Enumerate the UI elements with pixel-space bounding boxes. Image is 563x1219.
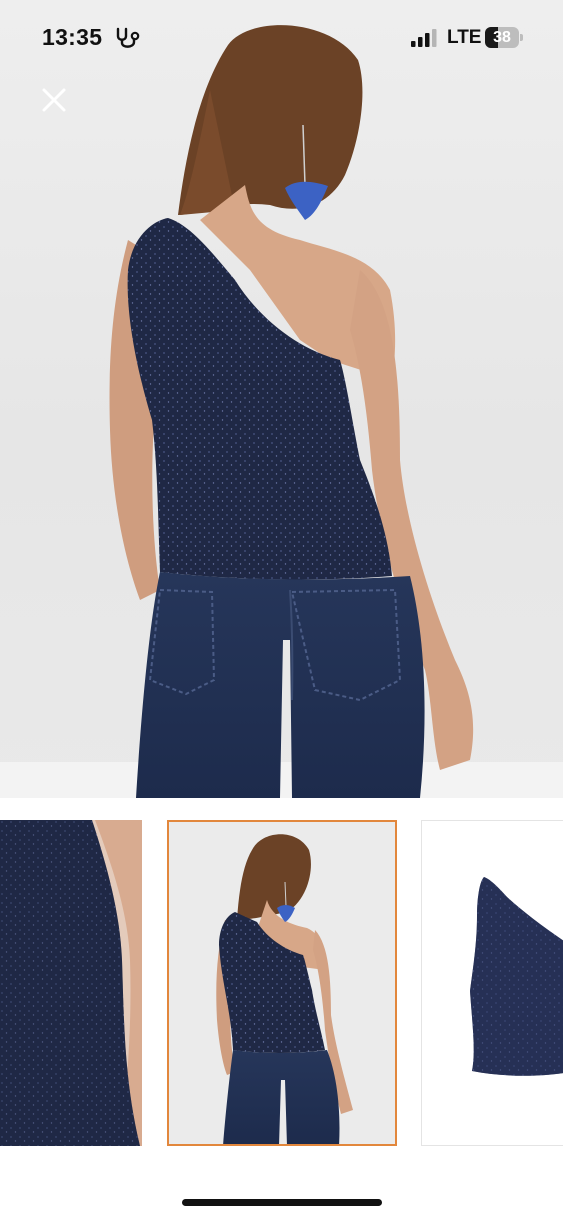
battery-level: 38 xyxy=(493,29,511,46)
stethoscope-icon xyxy=(116,27,140,48)
back-view-thumbnail-image xyxy=(167,820,397,1146)
thumbnail-back-view[interactable] xyxy=(167,820,397,1146)
status-time: 13:35 xyxy=(42,24,103,50)
close-button[interactable] xyxy=(36,82,72,118)
battery-nub xyxy=(520,34,523,41)
product-gallery-screen: 13:35 LTE 38 xyxy=(0,0,563,1219)
cellular-signal-icon xyxy=(411,29,437,47)
battery-icon: 38 xyxy=(485,27,523,48)
fabric-closeup-image xyxy=(0,820,142,1146)
thumbnail-strip xyxy=(0,818,563,1150)
close-icon xyxy=(42,88,66,112)
main-product-image[interactable] xyxy=(0,0,563,798)
thumbnail-fabric-closeup[interactable] xyxy=(0,820,142,1146)
thumbnail-product-flat[interactable] xyxy=(421,820,563,1146)
status-bar: 13:35 LTE 38 xyxy=(0,0,563,76)
network-type: LTE xyxy=(447,27,482,48)
product-flat-image xyxy=(422,821,563,1145)
model-illustration xyxy=(109,25,474,798)
home-indicator[interactable] xyxy=(182,1199,382,1206)
